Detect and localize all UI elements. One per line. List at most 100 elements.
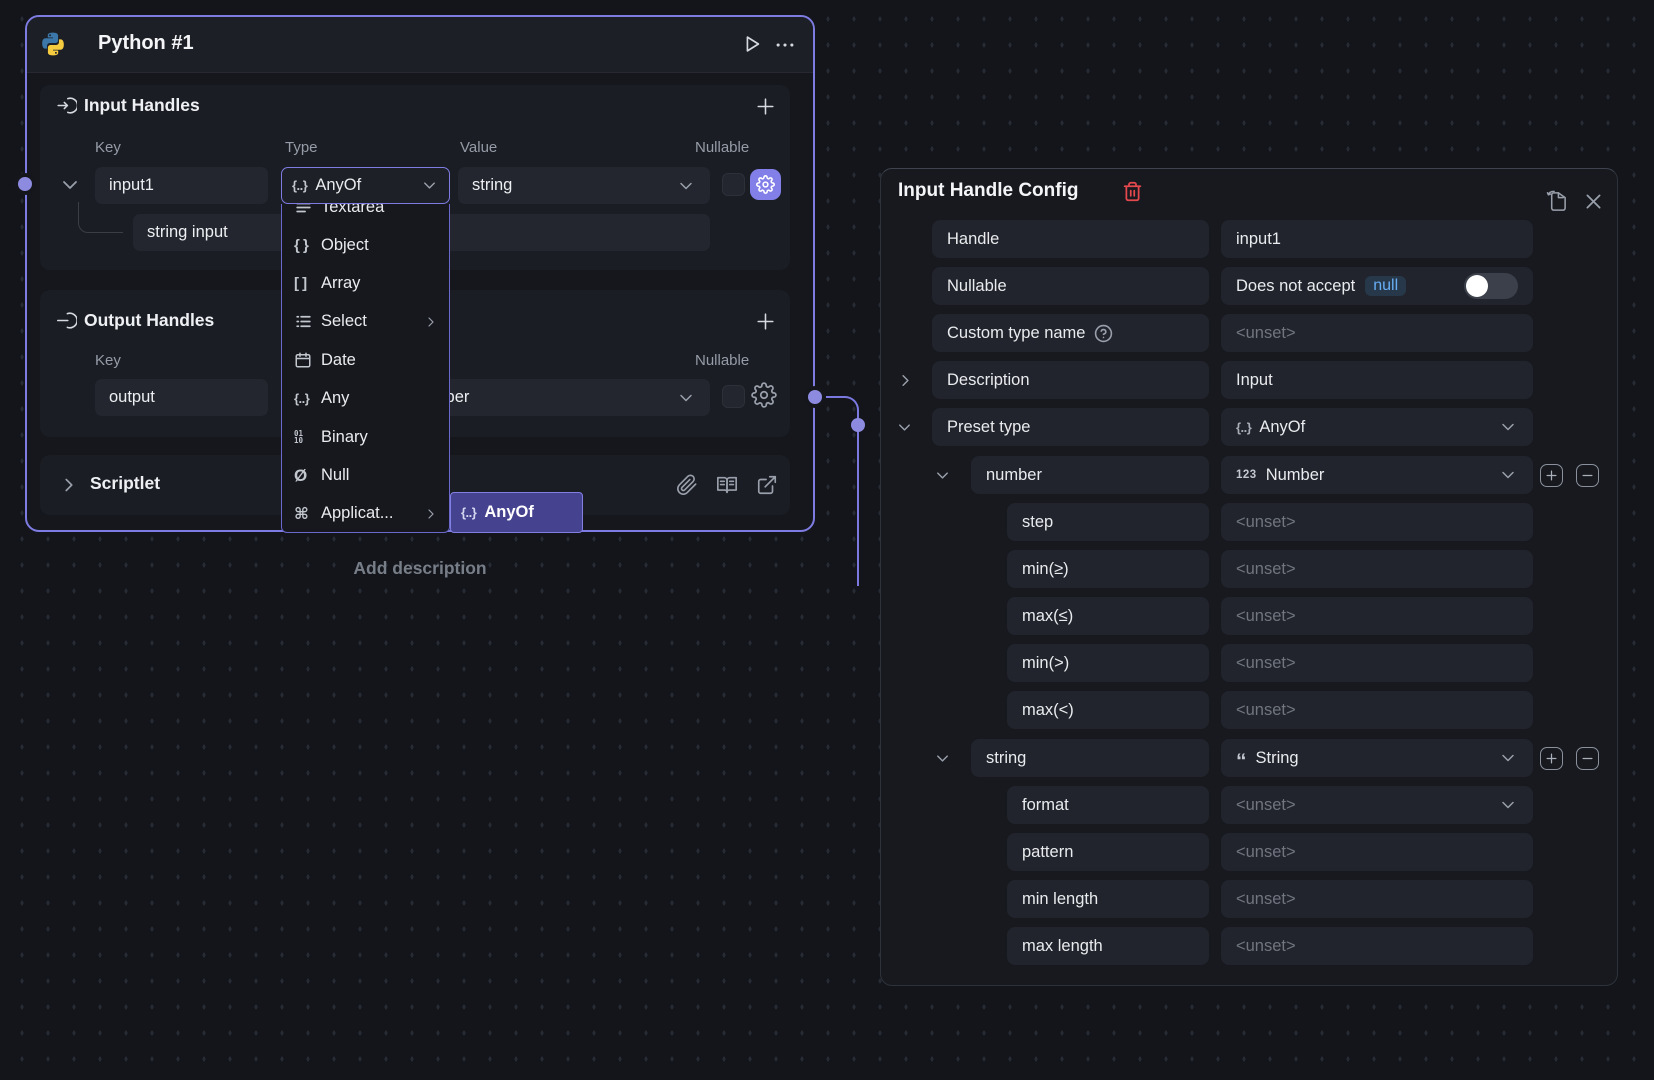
col-key: Key (95, 139, 121, 156)
submenu-item-anyof[interactable]: {..} AnyOf (450, 492, 583, 533)
run-node-button[interactable] (741, 33, 763, 55)
binary-icon: 0110 (294, 430, 321, 444)
flow-canvas[interactable]: Python #1 Input Handles Key Type Value N… (0, 0, 1654, 1080)
col-value: Value (460, 139, 497, 156)
min-gt-value-field[interactable]: <unset> (1221, 644, 1533, 682)
remove-variant-button[interactable] (1576, 464, 1599, 487)
edge-endpoint[interactable] (851, 418, 865, 432)
description-label-field: Description (932, 361, 1209, 399)
chevron-down-icon (1498, 795, 1518, 815)
add-input-handle-button[interactable] (753, 94, 778, 119)
anyof-type-icon: {..} (1236, 420, 1251, 435)
python-icon (40, 31, 66, 62)
add-variant-button[interactable] (1540, 464, 1563, 487)
anyof-type-icon: {..} (461, 505, 476, 520)
max-lt-value-field[interactable]: <unset> (1221, 691, 1533, 729)
min-length-label-field: min length (1007, 880, 1209, 918)
col-nullable: Nullable (695, 139, 749, 156)
number-type-select[interactable]: 123 Number (1221, 456, 1533, 494)
attachment-icon[interactable] (676, 474, 698, 496)
application-icon: ⌘ (294, 504, 321, 523)
menu-item-date[interactable]: Date (282, 341, 449, 379)
chevron-down-icon (1498, 417, 1518, 437)
menu-item-null[interactable]: Ø Null (282, 456, 449, 494)
menu-item-any[interactable]: {..} Any (282, 380, 449, 418)
number-label-field: number (971, 456, 1209, 494)
input-connection-handle[interactable] (14, 173, 36, 195)
step-value-field[interactable]: <unset> (1221, 503, 1533, 541)
docs-reader-icon[interactable] (716, 474, 738, 496)
menu-item-binary[interactable]: 0110 Binary (282, 418, 449, 456)
string-label-field: string (971, 739, 1209, 777)
menu-item-object[interactable]: { } Object (282, 226, 449, 264)
panel-title: Input Handle Config (898, 180, 1078, 202)
input-nullable-checkbox[interactable] (722, 173, 745, 196)
chevron-right-icon[interactable] (58, 474, 80, 496)
any-type-icon: {..} (294, 391, 321, 406)
max-length-value-field[interactable]: <unset> (1221, 927, 1533, 965)
step-label-field: step (1007, 503, 1209, 541)
close-icon[interactable] (1583, 191, 1604, 212)
string-type-icon: “ (1236, 757, 1247, 767)
min-gt-label-field: min(>) (1007, 644, 1209, 682)
add-output-handle-button[interactable] (753, 309, 778, 334)
min-length-value-field[interactable]: <unset> (1221, 880, 1533, 918)
help-circle-icon[interactable] (1094, 324, 1113, 343)
add-description-button[interactable]: Add description (25, 558, 815, 579)
menu-item-application[interactable]: ⌘ Applicat... (282, 495, 449, 533)
node-title: Python #1 (98, 32, 194, 55)
description-value-field[interactable]: Input (1221, 361, 1533, 399)
format-select[interactable]: <unset> (1221, 786, 1533, 824)
menu-item-array[interactable]: [ ] Array (282, 264, 449, 302)
output-config-gear-button[interactable] (751, 382, 777, 408)
chevron-down-icon (676, 176, 696, 196)
input-config-gear-button[interactable] (750, 169, 781, 200)
input-value-select[interactable]: string (458, 167, 710, 204)
custom-type-value-field[interactable]: <unset> (1221, 314, 1533, 352)
min-gte-label-field: min(≥) (1007, 550, 1209, 588)
max-lte-value-field[interactable]: <unset> (1221, 597, 1533, 635)
output-connection-handle[interactable] (804, 386, 826, 408)
string-type-select[interactable]: “ String (1221, 739, 1533, 777)
nullable-toggle[interactable] (1464, 273, 1518, 299)
duplicate-icon[interactable] (1545, 189, 1568, 212)
chevron-down-icon[interactable] (933, 749, 952, 768)
input-handles-icon (56, 95, 77, 116)
node-menu-button[interactable] (774, 34, 796, 61)
type-select-trigger[interactable]: {..} AnyOf (281, 167, 450, 204)
object-icon: { } (294, 237, 321, 254)
type-dropdown-menu: Textarea { } Object [ ] Array Select Dat… (281, 204, 450, 533)
add-variant-button[interactable] (1540, 747, 1563, 770)
input-key-field[interactable]: input1 (95, 167, 268, 204)
chevron-down-icon[interactable] (895, 418, 914, 437)
null-badge: null (1365, 276, 1406, 296)
output-key-field[interactable]: output (95, 379, 268, 416)
collapse-row-chevron-icon[interactable] (58, 173, 82, 197)
chevron-down-icon (676, 388, 696, 408)
select-list-icon (294, 312, 321, 331)
format-label-field: format (1007, 786, 1209, 824)
menu-item-select[interactable]: Select (282, 303, 449, 341)
chevron-down-icon (1498, 465, 1518, 485)
preset-type-select[interactable]: {..} AnyOf (1221, 408, 1533, 446)
tree-connector (78, 202, 123, 233)
menu-item-textarea[interactable]: Textarea (282, 204, 449, 226)
min-gte-value-field[interactable]: <unset> (1221, 550, 1533, 588)
external-link-icon[interactable] (756, 474, 778, 496)
col-key: Key (95, 352, 121, 369)
handle-value-field[interactable]: input1 (1221, 220, 1533, 258)
trash-icon[interactable] (1122, 181, 1143, 202)
output-nullable-checkbox[interactable] (722, 385, 745, 408)
remove-variant-button[interactable] (1576, 747, 1599, 770)
nullable-value-field[interactable]: Does not accept null (1221, 267, 1533, 305)
col-type: Type (285, 139, 318, 156)
max-lte-label-field: max(≤) (1007, 597, 1209, 635)
preset-type-label-field: Preset type (932, 408, 1209, 446)
pattern-value-field[interactable]: <unset> (1221, 833, 1533, 871)
scriptlet-title: Scriptlet (90, 473, 160, 494)
chevron-down-icon[interactable] (933, 466, 952, 485)
number-type-icon: 123 (1236, 469, 1257, 481)
chevron-right-icon[interactable] (896, 371, 915, 390)
toggle-knob (1466, 275, 1488, 297)
max-lt-label-field: max(<) (1007, 691, 1209, 729)
